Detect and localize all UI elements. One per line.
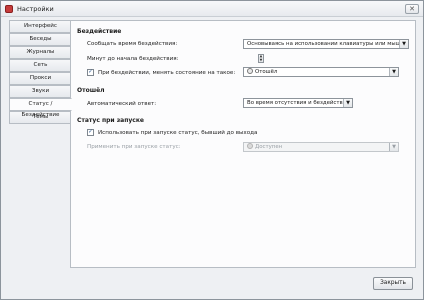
chevron-down-icon: ▼ [389,68,398,76]
tab-list: Интерфейс Беседы Журналы Сеть Прокси Зву… [9,20,72,124]
tab-sounds[interactable]: Звуки [9,84,71,98]
startup-status-value: Доступен [255,144,283,150]
startup-status-select[interactable]: Доступен ▼ [243,142,399,152]
idle-status-select[interactable]: Отошёл ▼ [243,67,399,77]
tab-logging[interactable]: Журналы [9,45,71,59]
title-bar: Настройки ✕ [1,1,423,17]
tab-network[interactable]: Сеть [9,58,71,72]
auto-reply-select[interactable]: Во время отсутствия и бездействия ▼ [243,98,353,108]
startup-section-title: Статус при запуске [77,117,144,124]
away-status-icon [247,68,253,74]
close-button[interactable]: Закрыть [373,277,413,290]
report-idle-value: Основываясь на использовании клавиатуры … [247,41,405,47]
app-icon [5,5,13,13]
preferences-window: Настройки ✕ Интерфейс Беседы Журналы Сет… [0,0,424,300]
settings-panel: Бездействие Сообщать время бездействия: … [70,20,416,268]
minutes-label: Минут до начала бездействия: [87,56,179,62]
apply-status-label: Применить при запуске статус: [87,144,181,150]
away-section-title: Отошёл [77,87,105,94]
tab-status-idle[interactable]: Статус / Бездействие [9,97,72,118]
report-idle-select[interactable]: Основываясь на использовании клавиатуры … [243,39,409,49]
auto-reply-value: Во время отсутствия и бездействия [247,100,350,106]
change-status-checkbox[interactable]: ✓ [87,69,94,76]
window-close-button[interactable]: ✕ [405,4,419,14]
tab-interface[interactable]: Интерфейс [9,20,71,33]
chevron-down-icon: ▼ [389,143,398,151]
use-last-status-label: Использовать при запуске статус, бывший … [98,130,258,136]
chevron-down-icon: ▼ [343,99,352,107]
tab-proxy[interactable]: Прокси [9,71,71,85]
idle-section-title: Бездействие [77,28,122,35]
report-idle-label: Сообщать время бездействия: [87,41,178,47]
change-status-label: При бездействии, менять состояние на так… [98,70,236,76]
window-title: Настройки [17,5,54,13]
minutes-spinner[interactable]: ▲ ▼ [258,54,264,63]
spin-down-icon[interactable]: ▼ [259,58,263,63]
tab-conversations[interactable]: Беседы [9,32,71,46]
available-status-icon [247,143,253,149]
auto-reply-label: Автоматический ответ: [87,101,157,107]
chevron-down-icon: ▼ [399,40,408,48]
use-last-status-checkbox[interactable]: ✓ [87,129,94,136]
idle-status-value: Отошёл [255,69,278,75]
